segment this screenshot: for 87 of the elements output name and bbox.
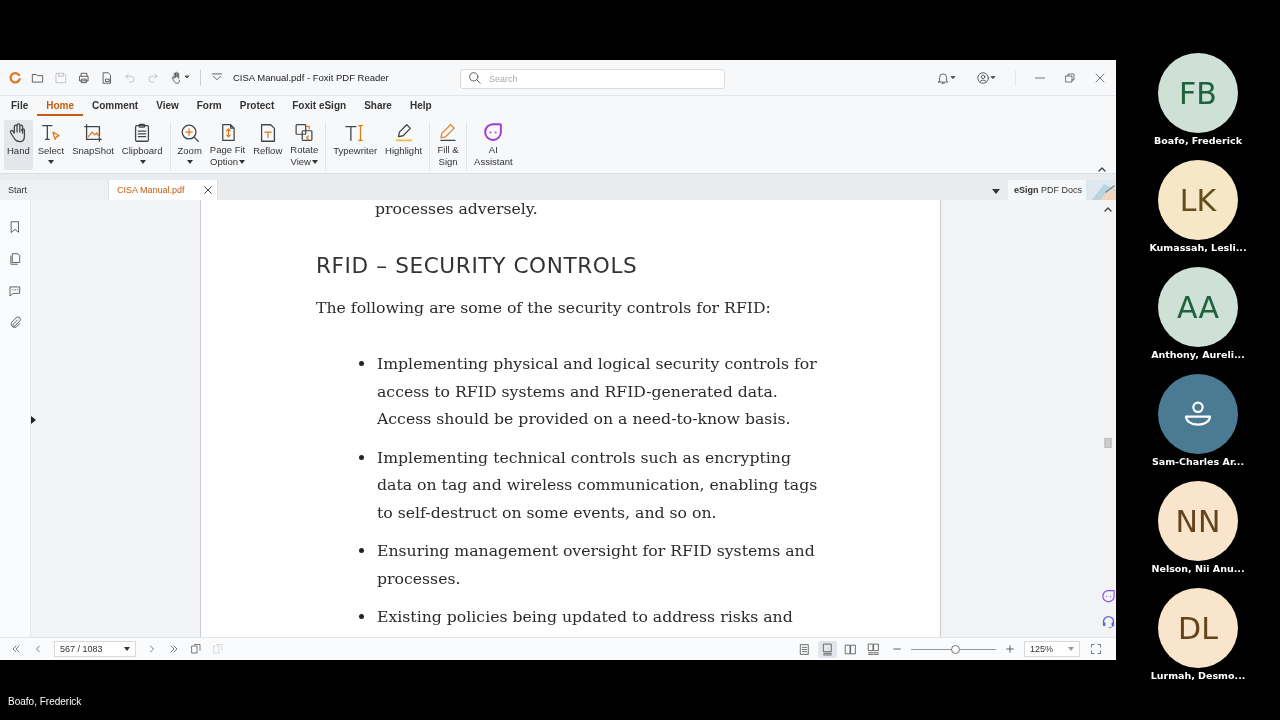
chat-bubble-icon[interactable] <box>1100 589 1116 604</box>
first-page-icon[interactable] <box>10 643 22 655</box>
participant-avatar: AA <box>1158 267 1238 347</box>
ribbon-button[interactable]: Zoom <box>174 120 205 170</box>
document-icon[interactable] <box>100 70 114 85</box>
bullet-icon <box>359 454 364 460</box>
participant-name: Nelson, Nii Anu... <box>1151 562 1245 575</box>
menu-tab[interactable]: Foxit eSign <box>283 98 356 116</box>
search-icon <box>468 70 482 85</box>
menu-tab[interactable]: Form <box>187 98 231 116</box>
section-heading: RFID – SECURITY CONTROLS <box>316 253 639 278</box>
menu-tab[interactable]: File <box>2 98 38 116</box>
speaker-name: Boafo, Frederick <box>7 696 83 709</box>
zoom-out-icon[interactable] <box>893 645 901 653</box>
user-account-icon[interactable] <box>975 70 997 85</box>
participant-name: Anthony, Aureli... <box>1151 348 1245 361</box>
zoom-in-icon[interactable] <box>1006 645 1014 653</box>
menu-tab[interactable]: View <box>147 98 188 116</box>
list-item-text: Implementing physical and logical security controls for access to RFID systems and RFID-generated data. Access should be provided on a need-to-know basis. <box>377 353 818 430</box>
view-mode-button[interactable] <box>818 640 837 658</box>
notification-bell-icon[interactable] <box>935 70 957 85</box>
search-field[interactable]: Search <box>460 68 725 89</box>
menu-tab[interactable]: Help <box>400 98 441 116</box>
ribbon-button[interactable]: Clipboard <box>118 120 166 170</box>
list-item-text: Ensuring management oversight for RFID systems and processes. <box>377 540 816 590</box>
ribbon-button[interactable]: Rotate View <box>287 120 322 170</box>
print-icon[interactable] <box>77 70 91 85</box>
comment-icon[interactable] <box>8 284 22 298</box>
ribbon-button[interactable]: SnapShot <box>69 120 117 170</box>
paragraph-text: The following are some of the security controls for RFID: <box>316 298 772 318</box>
window-title: CISA Manual.pdf - Foxit PDF Reader <box>233 72 389 83</box>
facing-pages-icon <box>844 642 857 656</box>
chat-bubble-icon <box>482 122 505 143</box>
restore-icon[interactable] <box>1064 71 1076 84</box>
menu-tab[interactable]: Comment <box>83 98 148 116</box>
last-page-icon[interactable] <box>168 643 180 655</box>
participant-avatar: DL <box>1158 588 1238 668</box>
snapshot-icon <box>82 122 104 144</box>
ribbon-button[interactable]: Page Fit Option <box>206 120 249 170</box>
scroll-thumb-icon[interactable] <box>1104 438 1112 448</box>
ribbon-button[interactable]: Select <box>34 120 68 170</box>
ribbon-button[interactable]: Highlight <box>382 120 426 170</box>
bullet-icon <box>359 614 364 619</box>
document-tab[interactable]: Start <box>0 180 109 200</box>
ribbon-button[interactable]: AI Assistant <box>471 120 516 170</box>
app-logo-icon <box>8 70 22 85</box>
close-tab-icon[interactable] <box>204 186 212 194</box>
participant-name: Lurmah, Desmo... <box>1150 669 1246 682</box>
slider-thumb[interactable] <box>951 644 961 654</box>
participant-name: Boafo, Frederick <box>1154 134 1242 147</box>
participant-name: Kumassah, Lesli... <box>1149 241 1247 254</box>
continuous-page-icon <box>821 642 834 656</box>
participant-avatar: FB <box>1158 53 1238 133</box>
previous-view-icon[interactable] <box>190 643 202 655</box>
page-number-field[interactable]: 567 / 1083 <box>54 641 136 657</box>
list-item-text: Existing policies being updated to address risks and <box>377 606 794 628</box>
attachment-icon[interactable] <box>8 316 22 330</box>
headset-icon[interactable] <box>1100 614 1116 629</box>
rotate-icon <box>293 122 316 143</box>
menu-tab[interactable]: Home <box>37 98 84 116</box>
ribbon-button[interactable]: Fill & Sign <box>434 120 463 170</box>
hand-tool-icon[interactable] <box>169 70 191 85</box>
scroll-up-icon[interactable] <box>1104 206 1112 212</box>
close-icon[interactable] <box>1094 71 1106 84</box>
caret-icon[interactable] <box>124 647 130 651</box>
dropdown-caret-icon[interactable] <box>991 189 1000 194</box>
ribbon-button[interactable]: Typewriter <box>330 120 381 170</box>
bullet-icon <box>359 548 364 553</box>
ribbon-button[interactable]: Reflow <box>250 120 286 170</box>
ribbon-button[interactable]: Hand <box>4 120 33 170</box>
fullscreen-icon[interactable] <box>1090 643 1102 655</box>
participant-avatar: NN <box>1158 481 1238 561</box>
single-page-icon <box>798 642 811 656</box>
participant-avatar: LK <box>1158 160 1238 240</box>
bullet-icon <box>359 361 364 366</box>
zoom-field[interactable]: 125% <box>1024 641 1080 657</box>
menu-tab[interactable]: Share <box>355 98 401 116</box>
menu-tab[interactable]: Protect <box>230 98 284 116</box>
participant-name: Sam-Charles Ar... <box>1151 455 1245 468</box>
collapse-ribbon-icon[interactable] <box>1098 166 1106 172</box>
list-item-text: Implementing technical controls such as encrypting data on tag and wireless communication, enabling tags to self-destruct on some events, and so on. <box>377 446 819 524</box>
continuous-facing-icon <box>867 642 880 656</box>
paragraph-text: processes adversely. <box>374 200 539 218</box>
esign-banner[interactable]: eSign PDF Docs <box>1007 180 1116 200</box>
bookmark-icon[interactable] <box>8 220 22 234</box>
pages-icon[interactable] <box>8 252 22 266</box>
document-tab[interactable]: CISA Manual.pdf <box>109 180 218 200</box>
